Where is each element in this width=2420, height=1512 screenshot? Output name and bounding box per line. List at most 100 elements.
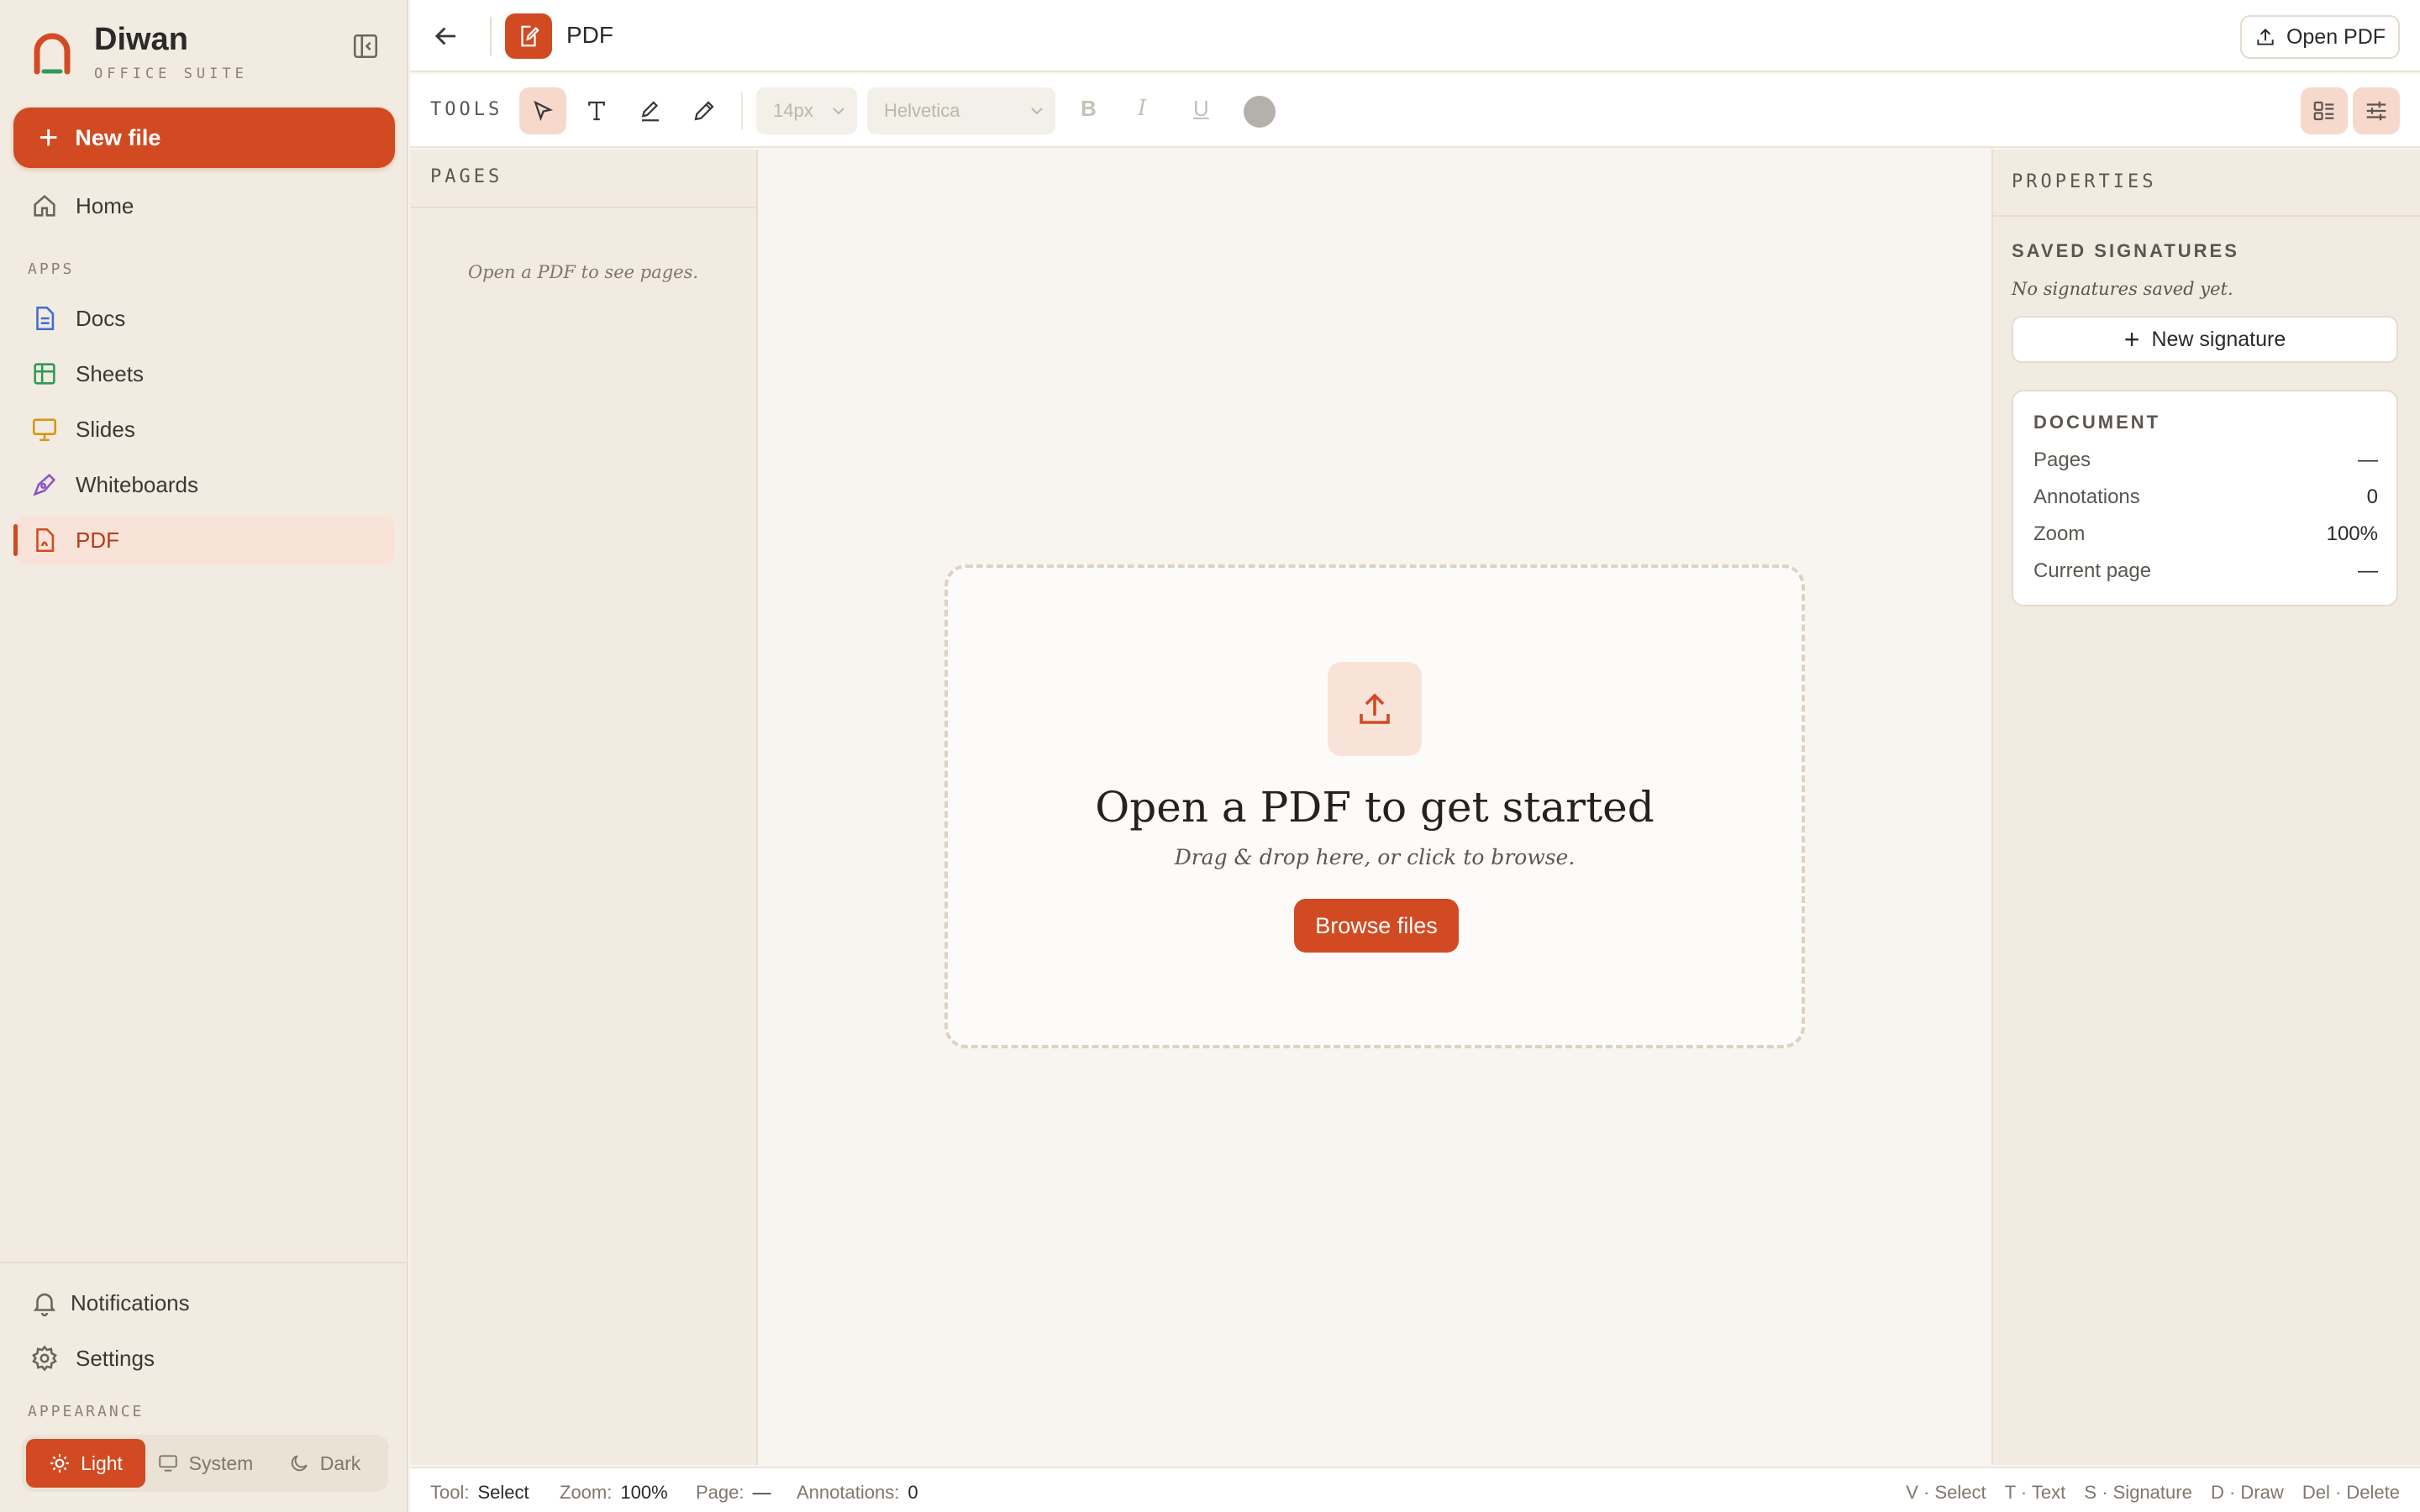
document-row-zoom: Zoom 100% — [2033, 522, 2378, 546]
shortcut-select: V · Select — [1906, 1482, 1986, 1503]
status-zoom-value: 100% — [620, 1482, 668, 1503]
new-signature-label: New signature — [2151, 327, 2286, 351]
row-key: Pages — [2033, 449, 2091, 471]
shortcut-delete: Del · Delete — [2302, 1482, 2400, 1503]
sidebar-item-home[interactable]: Home — [15, 181, 395, 230]
sidebar-item-slides[interactable]: Slides — [15, 405, 395, 454]
sidebar-item-pdf[interactable]: PDF — [13, 516, 395, 564]
brand[interactable]: Diwan OFFICE SUITE — [32, 24, 248, 82]
header-divider — [490, 17, 492, 55]
tools-label: TOOLS — [430, 99, 503, 120]
browse-files-button[interactable]: Browse files — [1294, 899, 1459, 953]
sun-icon — [50, 1454, 69, 1473]
status-annotations: Annotations: 0 — [797, 1482, 918, 1504]
sidebar-item-settings[interactable]: Settings — [15, 1334, 395, 1383]
gear-icon — [32, 1345, 57, 1372]
pages-panel-divider — [410, 207, 756, 208]
plus-icon: + — [2123, 324, 2140, 354]
back-arrow-icon[interactable] — [430, 20, 462, 52]
sidebar-item-whiteboards[interactable]: Whiteboards — [15, 460, 395, 509]
bold-button[interactable]: B — [1081, 96, 1097, 122]
status-annotations-label: Annotations: — [797, 1482, 900, 1503]
collapse-sidebar-icon[interactable] — [351, 32, 380, 60]
row-value: — — [2358, 449, 2378, 471]
appearance-light-option[interactable]: Light — [26, 1439, 145, 1488]
appearance-option-label: Dark — [319, 1452, 361, 1474]
cursor-icon — [534, 100, 554, 122]
bell-icon — [33, 1293, 56, 1317]
underline-button[interactable]: U — [1193, 96, 1209, 122]
font-size-select[interactable]: 14px — [756, 87, 857, 134]
appearance-section-label: APPEARANCE — [28, 1403, 145, 1420]
text-tool-button[interactable] — [573, 87, 620, 134]
sidebar-item-notifications[interactable]: Notifications — [15, 1278, 395, 1327]
chevron-down-icon — [833, 108, 844, 115]
saved-signatures-title: SAVED SIGNATURES — [2012, 240, 2239, 261]
document-row-pages: Pages — — [2033, 449, 2378, 472]
appearance-switcher: Light System Dark — [22, 1435, 388, 1492]
doc-icon — [36, 306, 55, 331]
status-page: Page: — — [696, 1482, 771, 1504]
sidebar-item-label: Sheets — [76, 360, 144, 386]
toggle-pages-panel-button[interactable] — [2301, 87, 2348, 134]
appearance-dark-option[interactable]: Dark — [265, 1439, 384, 1488]
shortcut-text: T · Text — [2004, 1482, 2066, 1503]
draw-tool-button[interactable] — [681, 87, 728, 134]
new-signature-button[interactable]: + New signature — [2012, 316, 2398, 363]
page-title: PDF — [566, 22, 613, 48]
status-zoom: Zoom: 100% — [560, 1482, 668, 1504]
pencil-icon — [694, 101, 714, 121]
properties-panel-divider — [1993, 215, 2420, 217]
shortcut-signature: S · Signature — [2084, 1482, 2192, 1503]
status-page-value: — — [752, 1482, 771, 1503]
brand-name: Diwan — [94, 22, 188, 57]
sidebar-divider — [0, 1262, 407, 1263]
toggle-properties-panel-button[interactable] — [2353, 87, 2400, 134]
color-picker[interactable] — [1244, 96, 1276, 128]
toolbar-divider — [741, 92, 743, 129]
font-size-value: 14px — [773, 100, 813, 121]
document-info-card: DOCUMENT Pages — Annotations 0 Zoom 100%… — [2012, 390, 2398, 606]
pages-empty-text: Open a PDF to see pages. — [467, 262, 699, 282]
plus-icon: + — [39, 119, 59, 156]
sidebar-item-label: PDF — [76, 527, 119, 553]
row-value: 0 — [2366, 486, 2378, 508]
open-pdf-button[interactable]: Open PDF — [2240, 15, 2400, 59]
new-file-label: New file — [75, 124, 161, 150]
sidebar-item-sheets[interactable]: Sheets — [15, 349, 395, 398]
brand-subtitle: OFFICE SUITE — [94, 66, 248, 82]
sidebar-item-label: Docs — [76, 305, 126, 331]
row-key: Annotations — [2033, 486, 2140, 508]
row-key: Zoom — [2033, 522, 2086, 545]
appearance-option-label: System — [188, 1452, 254, 1474]
status-page-label: Page: — [696, 1482, 744, 1503]
sheet-icon — [34, 363, 55, 385]
upload-icon — [1360, 693, 1390, 724]
no-signatures-text: No signatures saved yet. — [2012, 279, 2233, 299]
document-row-annotations: Annotations 0 — [2033, 486, 2378, 509]
new-file-button[interactable]: + New file — [13, 108, 395, 168]
dropzone-title: Open a PDF to get started — [1095, 783, 1655, 832]
signature-tool-button[interactable] — [627, 87, 674, 134]
pdf-dropzone[interactable]: Open a PDF to get started Drag & drop he… — [944, 564, 1805, 1048]
upload-icon — [2257, 28, 2274, 45]
status-annotations-value: 0 — [908, 1482, 918, 1503]
sliders-icon — [2366, 101, 2386, 121]
pdf-icon — [36, 528, 55, 553]
monitor-icon — [158, 1455, 177, 1472]
edit-document-icon — [521, 25, 539, 47]
appearance-system-option[interactable]: System — [145, 1439, 265, 1488]
open-pdf-label: Open PDF — [2286, 24, 2386, 49]
keyboard-shortcuts: V · Select T · Text S · Signature D · Dr… — [1892, 1482, 2400, 1504]
font-family-select[interactable]: Helvetica — [867, 87, 1055, 134]
dropzone-subtitle: Drag & drop here, or click to browse. — [1174, 845, 1576, 869]
pages-panel: PAGES Open a PDF to see pages. — [410, 150, 758, 1465]
font-family-value: Helvetica — [884, 100, 960, 121]
row-value: 100% — [2326, 522, 2378, 545]
italic-button[interactable]: I — [1138, 96, 1146, 121]
home-icon — [34, 194, 55, 217]
sidebar-item-docs[interactable]: Docs — [15, 294, 395, 343]
select-tool-button[interactable] — [519, 87, 566, 134]
properties-panel: PROPERTIES SAVED SIGNATURES No signature… — [1991, 150, 2420, 1465]
signature-icon — [641, 101, 659, 122]
